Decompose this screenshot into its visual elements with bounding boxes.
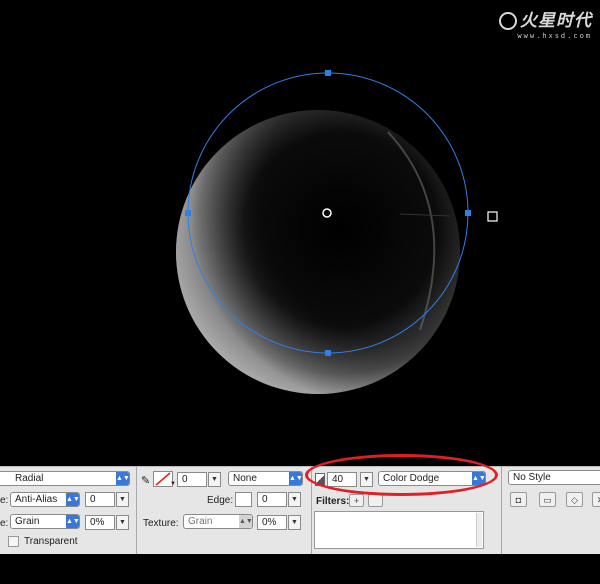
anchor-top[interactable] xyxy=(325,70,331,76)
texture-select[interactable]: Grain ▲▼ xyxy=(10,514,80,529)
style-value: No Style xyxy=(513,472,551,483)
stroke-texture-dropdown[interactable]: ▼ xyxy=(288,515,301,530)
chevron-updown-icon: ▲▼ xyxy=(66,493,79,506)
watermark-url: www.hxsd.com xyxy=(517,32,592,40)
anchor-right[interactable] xyxy=(465,210,471,216)
texture-label: e: xyxy=(0,518,9,529)
stroke-texture-amount-field[interactable]: 0% xyxy=(257,515,287,530)
edge-value-dropdown[interactable]: ▼ xyxy=(116,492,129,507)
delete-style-icon[interactable]: ✕ xyxy=(592,492,600,507)
stroke-texture-value: Grain xyxy=(188,516,213,527)
pencil-icon: ✎ xyxy=(141,475,151,487)
edge-mode-select[interactable]: Anti-Alias ▲▼ xyxy=(10,492,80,507)
anchor-left[interactable] xyxy=(185,210,191,216)
properties-panel: Radial ▲▼ e: Anti-Alias ▲▼ 0 ▼ e: Grain ▲▼ … xyxy=(0,466,600,555)
swatch-arrow-icon: ▼ xyxy=(170,481,176,487)
opacity-icon xyxy=(315,473,325,486)
chevron-updown-icon: ▲▼ xyxy=(66,515,79,528)
stroke-edge-field[interactable]: 0 xyxy=(257,492,287,507)
artwork xyxy=(176,70,498,394)
blend-mode-select[interactable]: Color Dodge ▲▼ xyxy=(378,471,486,486)
chevron-updown-icon: ▲▼ xyxy=(472,472,485,485)
stroke-type-value: None xyxy=(233,473,257,484)
watermark-logo: 火星时代 www.hxsd.com xyxy=(499,6,592,40)
chevron-updown-icon: ▲▼ xyxy=(239,515,252,528)
edge-label: e: xyxy=(0,495,9,506)
break-link-icon[interactable]: ◇ xyxy=(566,492,583,507)
chevron-updown-icon: ▲▼ xyxy=(116,472,129,485)
anchor-bottom[interactable] xyxy=(325,350,331,356)
filter-remove-button[interactable] xyxy=(368,494,383,507)
stroke-texture-label: Texture: xyxy=(143,518,179,529)
style-select[interactable]: No Style xyxy=(508,470,600,485)
stroke-size-field[interactable]: 0 xyxy=(177,472,207,487)
opacity-dropdown[interactable]: ▼ xyxy=(360,472,373,487)
fill-type-value: Radial xyxy=(15,473,44,484)
gradient-handle-square[interactable] xyxy=(487,211,498,222)
divider xyxy=(136,467,137,555)
texture-amount-field[interactable]: 0% xyxy=(85,515,115,530)
texture-value: Grain xyxy=(15,516,40,527)
stroke-texture-select[interactable]: Grain ▲▼ xyxy=(183,514,253,529)
new-style-icon[interactable]: ◘ xyxy=(510,492,527,507)
sphere-rim xyxy=(176,110,460,394)
chevron-updown-icon: ▲▼ xyxy=(289,472,302,485)
canvas[interactable]: 火星时代 www.hxsd.com xyxy=(0,0,600,466)
stroke-size-dropdown[interactable]: ▼ xyxy=(208,472,221,487)
stroke-type-select[interactable]: None ▲▼ xyxy=(228,471,303,486)
filters-label: Filters: xyxy=(316,496,350,507)
divider xyxy=(501,467,502,555)
logo-mark-icon xyxy=(499,12,517,30)
fill-type-select[interactable]: Radial ▲▼ xyxy=(0,471,130,486)
opacity-field[interactable]: 40 xyxy=(327,472,357,487)
filters-scrollbar[interactable] xyxy=(476,513,482,547)
texture-amount-dropdown[interactable]: ▼ xyxy=(116,515,129,530)
filters-list[interactable] xyxy=(314,511,484,549)
transparent-label: Transparent xyxy=(24,536,78,547)
redefine-style-icon[interactable]: ▭ xyxy=(539,492,556,507)
edge-value-field[interactable]: 0 xyxy=(85,492,115,507)
bottom-strip xyxy=(0,554,600,584)
watermark-brand: 火星时代 xyxy=(520,11,592,31)
edge-mode-value: Anti-Alias xyxy=(15,494,58,505)
filter-add-icon[interactable]: + xyxy=(349,494,364,507)
transparent-checkbox[interactable] xyxy=(8,536,19,547)
stroke-edge-label: Edge: xyxy=(207,495,234,506)
blend-mode-value: Color Dodge xyxy=(383,473,440,484)
stroke-edge-swatch[interactable] xyxy=(235,492,252,507)
divider xyxy=(311,467,312,555)
stroke-edge-dropdown[interactable]: ▼ xyxy=(288,492,301,507)
